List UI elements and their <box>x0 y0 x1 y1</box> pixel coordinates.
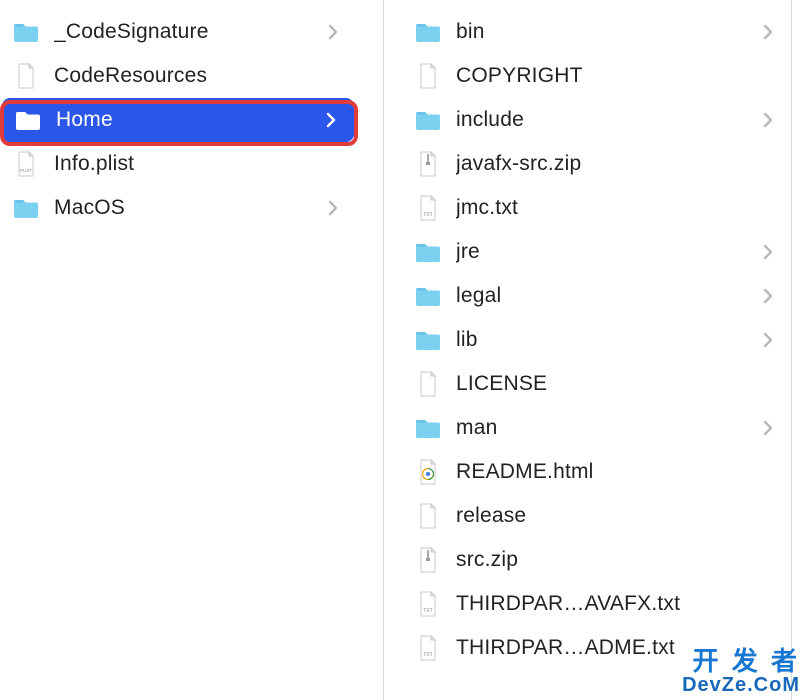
txt-icon: TXT <box>414 634 442 662</box>
file-row-copyright[interactable]: COPYRIGHT <box>384 54 791 98</box>
file-row-infoplist[interactable]: PLIST Info.plist <box>0 142 356 186</box>
chevron-right-icon <box>328 200 338 216</box>
folder-row-include[interactable]: include <box>384 98 791 142</box>
folder-icon <box>414 106 442 134</box>
folder-icon <box>414 282 442 310</box>
chevron-right-icon <box>326 112 336 128</box>
column-middle: bin COPYRIGHT include javafx-src.zip TXT… <box>383 0 791 700</box>
file-icon <box>414 502 442 530</box>
column-left: _CodeSignature CodeResources Home PLIST … <box>0 0 356 700</box>
folder-row-man[interactable]: man <box>384 406 791 450</box>
item-label: man <box>456 416 749 440</box>
zip-icon <box>414 546 442 574</box>
item-label: release <box>456 504 773 528</box>
plist-icon: PLIST <box>12 150 40 178</box>
svg-text:PLIST: PLIST <box>20 168 32 173</box>
item-label: Home <box>56 108 312 132</box>
file-row-thirdparty-javafx-txt[interactable]: TXT THIRDPAR…AVAFX.txt <box>384 582 791 626</box>
chevron-right-icon <box>763 288 773 304</box>
file-row-readme-html[interactable]: README.html <box>384 450 791 494</box>
item-label: THIRDPAR…ADME.txt <box>456 636 773 660</box>
file-row-release[interactable]: release <box>384 494 791 538</box>
txt-icon: TXT <box>414 590 442 618</box>
file-row-jmc-txt[interactable]: TXT jmc.txt <box>384 186 791 230</box>
item-label: MacOS <box>54 196 314 220</box>
item-label: src.zip <box>456 548 773 572</box>
folder-row-legal[interactable]: legal <box>384 274 791 318</box>
folder-icon <box>414 18 442 46</box>
item-label: CodeResources <box>54 64 338 88</box>
item-label: Info.plist <box>54 152 338 176</box>
folder-icon <box>14 106 42 134</box>
folder-row-codesignature[interactable]: _CodeSignature <box>0 10 356 54</box>
folder-row-jre[interactable]: jre <box>384 230 791 274</box>
file-row-javafx-src-zip[interactable]: javafx-src.zip <box>384 142 791 186</box>
folder-icon <box>12 194 40 222</box>
item-label: COPYRIGHT <box>456 64 773 88</box>
folder-icon <box>414 326 442 354</box>
chevron-right-icon <box>328 24 338 40</box>
item-label: legal <box>456 284 749 308</box>
folder-row-home[interactable]: Home <box>2 98 354 142</box>
item-label: _CodeSignature <box>54 20 314 44</box>
svg-text:TXT: TXT <box>423 608 432 614</box>
item-label: lib <box>456 328 749 352</box>
item-label: include <box>456 108 749 132</box>
item-label: jmc.txt <box>456 196 773 220</box>
chevron-right-icon <box>763 420 773 436</box>
folder-row-macos[interactable]: MacOS <box>0 186 356 230</box>
folder-icon <box>414 238 442 266</box>
chevron-right-icon <box>763 112 773 128</box>
file-row-src-zip[interactable]: src.zip <box>384 538 791 582</box>
file-icon <box>414 62 442 90</box>
file-icon <box>12 62 40 90</box>
chevron-right-icon <box>763 244 773 260</box>
file-row-coderesources[interactable]: CodeResources <box>0 54 356 98</box>
chevron-right-icon <box>763 332 773 348</box>
html-icon <box>414 458 442 486</box>
finder-column-view: _CodeSignature CodeResources Home PLIST … <box>0 0 808 700</box>
svg-text:TXT: TXT <box>423 212 432 218</box>
file-row-thirdparty-readme-txt[interactable]: TXT THIRDPAR…ADME.txt <box>384 626 791 670</box>
item-label: bin <box>456 20 749 44</box>
file-row-license[interactable]: LICENSE <box>384 362 791 406</box>
file-icon <box>414 370 442 398</box>
item-label: README.html <box>456 460 773 484</box>
txt-icon: TXT <box>414 194 442 222</box>
folder-icon <box>414 414 442 442</box>
item-label: LICENSE <box>456 372 773 396</box>
item-label: javafx-src.zip <box>456 152 773 176</box>
column-right <box>791 0 808 700</box>
folder-icon <box>12 18 40 46</box>
chevron-right-icon <box>763 24 773 40</box>
item-label: jre <box>456 240 749 264</box>
item-label: THIRDPAR…AVAFX.txt <box>456 592 773 616</box>
folder-row-lib[interactable]: lib <box>384 318 791 362</box>
zip-icon <box>414 150 442 178</box>
column-gap <box>356 0 383 700</box>
folder-row-bin[interactable]: bin <box>384 10 791 54</box>
svg-text:TXT: TXT <box>423 652 432 658</box>
